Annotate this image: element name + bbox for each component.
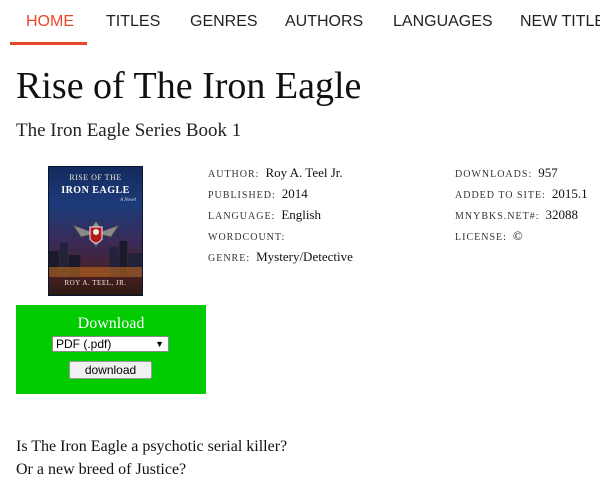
nav-authors[interactable]: AUTHORS [285,13,363,31]
meta-id: MNYBKS.NET#: 32088 [455,207,578,223]
wordcount-label: WORDCOUNT: [208,232,286,243]
published-label: PUBLISHED: [208,190,276,201]
meta-license: LICENSE: © [455,228,523,244]
meta-wordcount: WORDCOUNT: [208,228,291,244]
genre-link[interactable]: Mystery/Detective [256,249,353,264]
language-link[interactable]: English [281,207,321,222]
format-selected-value: PDF (.pdf) [56,337,112,351]
format-select[interactable]: PDF (.pdf) ▼ [52,336,169,352]
added-value: 2015.1 [551,186,588,201]
dropdown-arrow-icon: ▼ [155,339,164,349]
license-label: LICENSE: [455,232,507,243]
published-value: 2014 [281,186,308,201]
book-cover[interactable]: RISE OF THE IRON EAGLE A Novel ROY A. TE… [48,166,143,296]
download-heading: Download [77,315,145,332]
meta-added: ADDED TO SITE: 2015.1 [455,186,588,202]
series-subtitle: The Iron Eagle Series Book 1 [16,120,242,141]
download-button[interactable]: download [69,361,152,379]
license-icon[interactable]: © [513,228,523,243]
nav-genres[interactable]: GENRES [190,13,258,31]
city-skyline-icon [49,241,142,277]
genre-label: GENRE: [208,253,251,264]
cover-tag: A Novel [120,198,136,203]
meta-language: LANGUAGE: English [208,207,321,223]
meta-published: PUBLISHED: 2014 [208,186,308,202]
cover-author: ROY A. TEEL, JR. [64,279,127,287]
language-label: LANGUAGE: [208,211,276,222]
downloads-label: DOWNLOADS: [455,169,533,180]
meta-downloads: DOWNLOADS: 957 [455,165,558,181]
cover-title-line1: RISE OF THE [69,173,122,182]
top-navigation: HOME TITLES GENRES AUTHORS LANGUAGES NEW… [0,0,600,46]
meta-genre: GENRE: Mystery/Detective [208,249,353,265]
author-link[interactable]: Roy A. Teel Jr. [265,165,342,180]
author-label: AUTHOR: [208,169,260,180]
nav-languages[interactable]: LANGUAGES [393,13,493,31]
nav-new-titles[interactable]: NEW TITLES [520,13,600,31]
added-label: ADDED TO SITE: [455,190,546,201]
cover-title-line2: IRON EAGLE [61,185,130,196]
book-title: Rise of The Iron Eagle [16,65,362,107]
nav-titles[interactable]: TITLES [106,13,160,31]
id-label: MNYBKS.NET#: [455,211,540,222]
nav-home[interactable]: HOME [26,13,74,31]
id-value: 32088 [545,207,579,222]
meta-author: AUTHOR: Roy A. Teel Jr. [208,165,343,181]
description-line-2: Or a new breed of Justice? [16,461,187,477]
nav-active-indicator [10,42,87,45]
description-line-1: Is The Iron Eagle a psychotic serial kil… [16,438,288,455]
downloads-value: 957 [538,165,558,180]
